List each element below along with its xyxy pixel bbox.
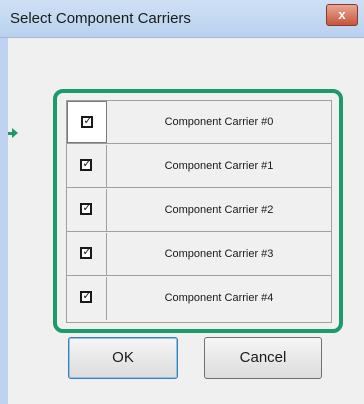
carrier-label-0: Component Carrier #0	[164, 116, 274, 128]
carrier-checkbox-cell-1[interactable]: ✓	[67, 145, 107, 187]
close-icon: x	[338, 7, 346, 22]
carrier-list: ✓ Component Carrier #0 ✓ Component Carri…	[66, 100, 332, 323]
checkmark-icon: ✓	[82, 202, 92, 214]
carrier-row-3[interactable]: ✓ Component Carrier #3	[67, 233, 331, 276]
callout-arrow-icon	[8, 128, 18, 138]
checkmark-icon: ✓	[83, 115, 93, 127]
dialog-window: Select Component Carriers x ✓ Component …	[0, 0, 364, 404]
checkmark-icon: ✓	[82, 290, 92, 302]
carrier-checkbox-cell-4[interactable]: ✓	[67, 277, 107, 320]
checkmark-icon: ✓	[82, 246, 92, 258]
window-left-frame	[0, 38, 8, 404]
carrier-row-2[interactable]: ✓ Component Carrier #2	[67, 189, 331, 232]
checkmark-icon: ✓	[82, 158, 92, 170]
carrier-checkbox-2[interactable]: ✓	[80, 202, 92, 215]
carrier-checkbox-cell-2[interactable]: ✓	[67, 189, 107, 231]
window-title: Select Component Carriers	[10, 10, 191, 27]
ok-button[interactable]: OK	[68, 337, 178, 379]
carrier-label-3: Component Carrier #3	[164, 248, 274, 260]
carrier-checkbox-3[interactable]: ✓	[80, 246, 92, 259]
carrier-checkbox-4[interactable]: ✓	[80, 290, 92, 303]
close-button[interactable]: x	[326, 4, 358, 26]
title-bar[interactable]: Select Component Carriers x	[0, 0, 364, 38]
carrier-checkbox-1[interactable]: ✓	[80, 158, 92, 171]
carrier-checkbox-cell-0[interactable]: ✓	[67, 101, 107, 143]
carrier-checkbox-0[interactable]: ✓	[81, 115, 93, 128]
carrier-row-0[interactable]: ✓ Component Carrier #0	[67, 101, 331, 144]
carrier-row-4[interactable]: ✓ Component Carrier #4	[67, 277, 331, 320]
cancel-button[interactable]: Cancel	[204, 337, 322, 379]
carrier-label-4: Component Carrier #4	[164, 292, 274, 304]
carrier-label-1: Component Carrier #1	[164, 160, 274, 172]
carrier-row-1[interactable]: ✓ Component Carrier #1	[67, 145, 331, 188]
carrier-checkbox-cell-3[interactable]: ✓	[67, 233, 107, 275]
carrier-label-2: Component Carrier #2	[164, 204, 274, 216]
